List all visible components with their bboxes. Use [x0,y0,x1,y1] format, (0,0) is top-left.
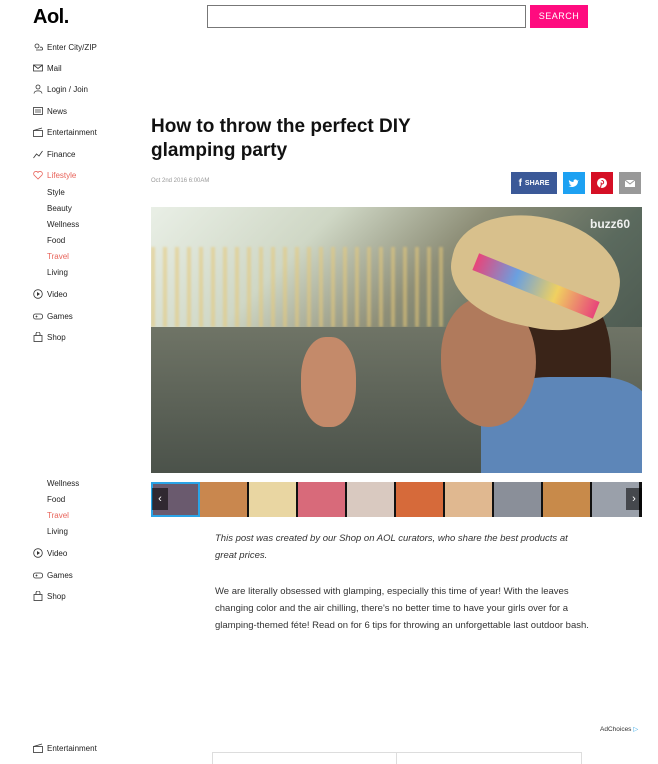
sidebar-sub-wellness-2[interactable]: Wellness [47,478,79,490]
video-frame-image [151,247,451,327]
clapper-icon [32,743,43,754]
user-icon [32,84,43,95]
adchoices-link[interactable]: AdChoices ▷ [600,725,638,733]
facebook-icon: f [518,177,522,189]
heart-icon [32,170,43,181]
prev-arrow-icon[interactable]: ‹ [152,488,168,510]
sidebar-item-finance[interactable]: Finance [32,147,142,161]
video-player[interactable]: buzz60 [151,207,642,473]
sidebar-item-mail[interactable]: Mail [32,61,142,75]
sidebar-item-entertainment[interactable]: Entertainment [32,125,142,139]
gamepad-icon [32,311,43,322]
video-thumbnail[interactable] [298,482,347,517]
sidebar-item-news[interactable]: News [32,104,142,118]
bag-icon [32,591,43,602]
play-icon [32,289,43,300]
sidebar-item-shop-2[interactable]: Shop [32,589,142,603]
weather-icon [32,42,43,53]
mail-icon [32,63,43,74]
share-label: SHARE [524,179,550,187]
pinterest-icon [597,178,607,188]
sidebar-item-label: Shop [47,332,66,342]
sidebar-sub-food[interactable]: Food [47,235,65,247]
article-date: Oct 2nd 2016 6:00AM [151,178,210,184]
facebook-share-button[interactable]: f SHARE [511,172,557,194]
aol-logo[interactable]: Aol. [33,6,69,29]
adchoices-label: AdChoices [600,726,632,733]
video-thumbnail[interactable] [347,482,396,517]
video-figure-hand [301,337,356,427]
video-thumbnail[interactable] [200,482,249,517]
sidebar-item-shop[interactable]: Shop [32,330,142,344]
sidebar-item-label: News [47,106,68,116]
sidebar-item-login[interactable]: Login / Join [32,82,142,96]
play-icon [32,548,43,559]
sidebar-sub-living-2[interactable]: Living [47,526,68,538]
article-title: How to throw the perfect DIY glamping pa… [151,116,411,161]
sidebar-item-label: Mail [47,63,62,73]
article-intro: This post was created by our Shop on AOL… [215,533,568,561]
sidebar-item-games-2[interactable]: Games [32,568,142,582]
sidebar-sub-wellness[interactable]: Wellness [47,219,79,231]
sidebar-sub-style[interactable]: Style [47,187,65,199]
sidebar-item-games[interactable]: Games [32,309,142,323]
bag-icon [32,332,43,343]
gamepad-icon [32,570,43,581]
sidebar-item-entertainment-2[interactable]: Entertainment [32,741,142,755]
news-icon [32,106,43,117]
sidebar-sub-beauty[interactable]: Beauty [47,203,72,215]
mail-icon [624,179,636,187]
twitter-icon [568,179,579,187]
video-thumbnail-strip [151,482,642,517]
search-button[interactable]: SEARCH [530,5,588,28]
buzz60-watermark: buzz60 [589,217,630,231]
sidebar-sub-travel[interactable]: Travel [47,251,69,263]
twitter-share-button[interactable] [563,172,585,194]
video-thumbnail[interactable] [249,482,298,517]
sidebar-item-label: Games [47,570,73,580]
sidebar-item-label: Shop [47,591,66,601]
sidebar-item-label: Entertainment [47,743,97,753]
sidebar-sub-food-2[interactable]: Food [47,494,65,506]
sidebar-item-label: Lifestyle [47,170,77,180]
clapper-icon [32,127,43,138]
email-share-button[interactable] [619,172,641,194]
sidebar-item-video[interactable]: Video [32,287,142,301]
article-body: We are literally obsessed with glamping,… [215,586,589,631]
sidebar-sub-travel-2[interactable]: Travel [47,510,69,522]
sidebar-item-label: Video [47,289,68,299]
video-thumbnail[interactable] [494,482,543,517]
sidebar-item-lifestyle[interactable]: Lifestyle [32,168,142,182]
search-input[interactable] [207,5,526,28]
sidebar-item-weather[interactable]: Enter City/ZIP [32,40,142,54]
chart-icon [32,149,43,160]
video-thumbnail[interactable] [543,482,592,517]
sidebar-item-label: Games [47,311,73,321]
sidebar-item-label: Enter City/ZIP [47,42,97,52]
ad-container [212,752,582,764]
sidebar-item-label: Finance [47,149,76,159]
adchoices-icon: ▷ [633,726,639,733]
sidebar-item-label: Video [47,548,68,558]
sidebar-item-video-2[interactable]: Video [32,546,142,560]
sidebar-sub-living[interactable]: Living [47,267,68,279]
sidebar-item-label: Login / Join [47,84,88,94]
sidebar-item-label: Entertainment [47,127,97,137]
next-arrow-icon[interactable]: › [626,488,642,510]
pinterest-share-button[interactable] [591,172,613,194]
video-thumbnail[interactable] [445,482,494,517]
video-thumbnail[interactable] [396,482,445,517]
